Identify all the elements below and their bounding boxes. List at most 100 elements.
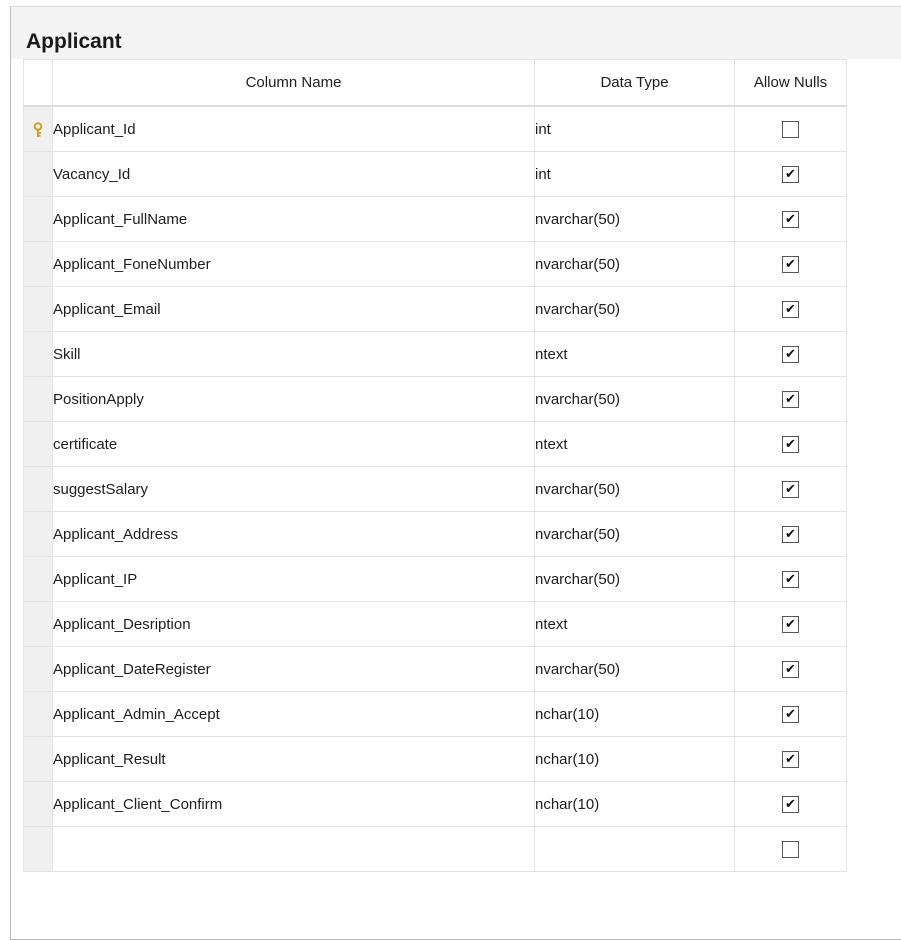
table-row[interactable]: certificate ntext ✔ <box>23 421 847 467</box>
allow-nulls-cell: ✔ <box>734 691 847 737</box>
column-name-cell[interactable] <box>52 826 535 872</box>
allow-nulls-cell: ✔ <box>734 151 847 197</box>
allow-nulls-checkbox[interactable]: ✔ <box>782 435 799 453</box>
check-icon: ✔ <box>785 706 796 722</box>
data-type-cell[interactable]: nvarchar(50) <box>534 196 735 242</box>
row-selector[interactable] <box>23 691 53 737</box>
column-name-cell[interactable]: Vacancy_Id <box>52 151 535 197</box>
column-name-cell[interactable]: Skill <box>52 331 535 377</box>
data-type-cell[interactable]: nchar(10) <box>534 691 735 737</box>
check-icon: ✔ <box>785 166 796 182</box>
column-name-cell[interactable]: Applicant_Email <box>52 286 535 332</box>
allow-nulls-checkbox[interactable]: ✔ <box>782 210 799 228</box>
column-name-cell[interactable]: Applicant_FoneNumber <box>52 241 535 287</box>
row-selector[interactable] <box>23 781 53 827</box>
column-name-cell[interactable]: suggestSalary <box>52 466 535 512</box>
row-selector[interactable] <box>23 466 53 512</box>
allow-nulls-checkbox[interactable]: ✔ <box>782 705 799 723</box>
row-selector[interactable] <box>23 376 53 422</box>
column-name-cell[interactable]: Applicant_Desription <box>52 601 535 647</box>
allow-nulls-checkbox[interactable]: ✔ <box>782 300 799 318</box>
allow-nulls-cell: ✔ <box>734 376 847 422</box>
column-name-cell[interactable]: certificate <box>52 421 535 467</box>
table-row[interactable]: Applicant_Address nvarchar(50) ✔ <box>23 511 847 557</box>
data-type-cell[interactable]: nvarchar(50) <box>534 376 735 422</box>
data-type-cell[interactable]: nvarchar(50) <box>534 286 735 332</box>
row-selector[interactable] <box>23 646 53 692</box>
allow-nulls-checkbox[interactable]: ✔ <box>782 660 799 678</box>
row-selector[interactable] <box>23 105 53 152</box>
allow-nulls-cell: ✔ <box>734 241 847 287</box>
column-name-cell[interactable]: Applicant_Address <box>52 511 535 557</box>
column-name-header[interactable]: Column Name <box>52 59 535 107</box>
table-row[interactable]: Applicant_FullName nvarchar(50) ✔ <box>23 196 847 242</box>
table-row[interactable]: Applicant_Client_Confirm nchar(10) ✔ <box>23 781 847 827</box>
row-selector[interactable] <box>23 331 53 377</box>
row-selector[interactable] <box>23 151 53 197</box>
table-row[interactable]: Applicant_FoneNumber nvarchar(50) ✔ <box>23 241 847 287</box>
allow-nulls-checkbox[interactable]: ✔ <box>782 525 799 543</box>
data-type-cell[interactable] <box>534 826 735 872</box>
data-type-cell[interactable]: nvarchar(50) <box>534 241 735 287</box>
data-type-cell[interactable]: int <box>534 105 735 152</box>
allow-nulls-checkbox[interactable]: ✔ <box>782 165 799 183</box>
table-row[interactable]: suggestSalary nvarchar(50) ✔ <box>23 466 847 512</box>
allow-nulls-checkbox[interactable]: ✔ <box>782 570 799 588</box>
allow-nulls-checkbox[interactable]: ✔ <box>782 480 799 498</box>
allow-nulls-cell: ✔ <box>734 511 847 557</box>
table-row[interactable]: PositionApply nvarchar(50) ✔ <box>23 376 847 422</box>
new-row[interactable] <box>23 826 847 872</box>
column-name-cell[interactable]: Applicant_Id <box>52 105 535 152</box>
column-name-cell[interactable]: Applicant_Result <box>52 736 535 782</box>
table-row[interactable]: Skill ntext ✔ <box>23 331 847 377</box>
table-row[interactable]: Applicant_Result nchar(10) ✔ <box>23 736 847 782</box>
data-type-cell[interactable]: ntext <box>534 601 735 647</box>
data-type-cell[interactable]: int <box>534 151 735 197</box>
allow-nulls-checkbox[interactable]: ✔ <box>782 255 799 273</box>
row-selector[interactable] <box>23 511 53 557</box>
allow-nulls-checkbox[interactable]: ✔ <box>782 795 799 813</box>
row-selector[interactable] <box>23 601 53 647</box>
row-selector[interactable] <box>23 421 53 467</box>
data-type-cell[interactable]: nchar(10) <box>534 736 735 782</box>
table-row[interactable]: Applicant_Id int <box>23 105 847 152</box>
allow-nulls-checkbox[interactable]: ✔ <box>782 345 799 363</box>
allow-nulls-checkbox[interactable] <box>782 840 799 858</box>
table-title-bar: Applicant <box>11 7 901 59</box>
row-selector[interactable] <box>23 826 53 872</box>
table-row[interactable]: Applicant_Desription ntext ✔ <box>23 601 847 647</box>
data-type-cell[interactable]: nvarchar(50) <box>534 556 735 602</box>
data-type-cell[interactable]: ntext <box>534 331 735 377</box>
data-type-cell[interactable]: ntext <box>534 421 735 467</box>
allow-nulls-checkbox[interactable]: ✔ <box>782 615 799 633</box>
table-row[interactable]: Applicant_Email nvarchar(50) ✔ <box>23 286 847 332</box>
check-icon: ✔ <box>785 526 796 542</box>
allow-nulls-header[interactable]: Allow Nulls <box>734 59 847 107</box>
table-row[interactable]: Applicant_Admin_Accept nchar(10) ✔ <box>23 691 847 737</box>
data-type-cell[interactable]: nchar(10) <box>534 781 735 827</box>
allow-nulls-checkbox[interactable]: ✔ <box>782 390 799 408</box>
row-selector[interactable] <box>23 286 53 332</box>
row-selector[interactable] <box>23 196 53 242</box>
column-name-cell[interactable]: Applicant_Admin_Accept <box>52 691 535 737</box>
column-name-cell[interactable]: Applicant_DateRegister <box>52 646 535 692</box>
check-icon: ✔ <box>785 301 796 317</box>
column-name-cell[interactable]: Applicant_Client_Confirm <box>52 781 535 827</box>
check-icon: ✔ <box>785 391 796 407</box>
row-selector[interactable] <box>23 241 53 287</box>
allow-nulls-checkbox[interactable]: ✔ <box>782 750 799 768</box>
allow-nulls-checkbox[interactable] <box>782 120 799 138</box>
column-grid-area: Column Name Data Type Allow Nulls Applic… <box>11 59 901 937</box>
data-type-cell[interactable]: nvarchar(50) <box>534 511 735 557</box>
table-row[interactable]: Applicant_IP nvarchar(50) ✔ <box>23 556 847 602</box>
row-selector[interactable] <box>23 736 53 782</box>
table-row[interactable]: Vacancy_Id int ✔ <box>23 151 847 197</box>
data-type-cell[interactable]: nvarchar(50) <box>534 466 735 512</box>
column-name-cell[interactable]: Applicant_FullName <box>52 196 535 242</box>
table-row[interactable]: Applicant_DateRegister nvarchar(50) ✔ <box>23 646 847 692</box>
data-type-cell[interactable]: nvarchar(50) <box>534 646 735 692</box>
column-name-cell[interactable]: Applicant_IP <box>52 556 535 602</box>
row-selector[interactable] <box>23 556 53 602</box>
column-name-cell[interactable]: PositionApply <box>52 376 535 422</box>
data-type-header[interactable]: Data Type <box>534 59 735 107</box>
